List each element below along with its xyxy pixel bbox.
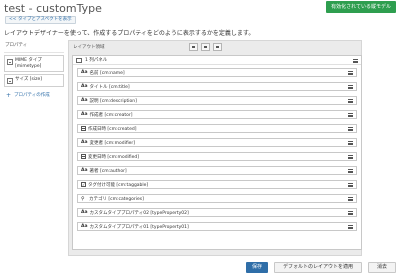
- field-row-categories[interactable]: ⚲ カテゴリ [cm:categories]: [77, 194, 357, 203]
- menu-icon[interactable]: [348, 85, 353, 89]
- properties-panel: プロパティ MIME タイプ [mimetype] サイズ [size] + プ…: [4, 40, 64, 99]
- field-row-creator[interactable]: Aa 作成者 [cm:creator]: [77, 110, 357, 119]
- checkbox-icon: ✓: [81, 182, 86, 187]
- field-label: 変更日時 [cm:modified]: [88, 154, 140, 160]
- field-label: タイトル [cm:title]: [89, 84, 130, 90]
- field-row-author[interactable]: Aa 著者 [cm:author]: [77, 166, 357, 175]
- property-label: MIME タイプ [mimetype]: [15, 58, 42, 69]
- field-label: 説明 [cm:description]: [89, 98, 137, 104]
- property-item-mimetype[interactable]: MIME タイプ [mimetype]: [4, 55, 64, 72]
- menu-icon[interactable]: [348, 99, 353, 103]
- text-type-icon: Aa: [81, 168, 88, 173]
- field-row-modified[interactable]: 変更日時 [cm:modified]: [77, 152, 357, 161]
- text-type-icon: Aa: [81, 210, 88, 215]
- model-status-badge: 有効化されている縦モデル: [326, 1, 396, 13]
- field-label: 名前 [cm:name]: [89, 70, 125, 76]
- text-type-icon: Aa: [81, 70, 88, 75]
- layout-canvas: レイアウト領域 1 列パネル Aa 名前 [cm:name] Aa タイトル […: [68, 40, 362, 256]
- property-item-size[interactable]: サイズ [size]: [4, 74, 64, 87]
- text-type-icon: Aa: [81, 112, 88, 117]
- field-row-typeproperty02[interactable]: Aa カスタムタイププロパティ02 [typeProperty02]: [77, 208, 357, 217]
- calendar-icon: [81, 126, 86, 131]
- field-label: タグ付け可能 [cm:taggable]: [88, 182, 149, 188]
- menu-icon[interactable]: [353, 59, 358, 63]
- field-row-title[interactable]: Aa タイトル [cm:title]: [77, 82, 357, 91]
- three-column-icon: [216, 46, 219, 48]
- save-button[interactable]: 保存: [245, 262, 268, 273]
- apply-default-layout-button[interactable]: デフォルトのレイアウトを適用: [273, 262, 362, 273]
- footer-buttons: 保存 デフォルトのレイアウトを適用 消去: [245, 262, 396, 273]
- field-label: 変更者 [cm:modifier]: [89, 140, 136, 146]
- field-label: カスタムタイププロパティ01 [typeProperty01]: [89, 224, 189, 230]
- layout-heading: レイアウト領域: [73, 45, 105, 50]
- layout-buttons: [189, 43, 222, 51]
- menu-icon[interactable]: [348, 113, 353, 117]
- create-property-link[interactable]: + プロパティの作成: [4, 92, 64, 99]
- category-icon: ⚲: [81, 195, 85, 202]
- field-row-name[interactable]: Aa 名前 [cm:name]: [77, 68, 357, 77]
- field-label: カテゴリ [cm:categories]: [89, 196, 144, 202]
- text-field-icon: [7, 58, 13, 65]
- text-field-icon: [7, 77, 13, 84]
- menu-icon[interactable]: [348, 141, 353, 145]
- menu-icon[interactable]: [348, 169, 353, 173]
- field-label: 作成日時 [cm:created]: [88, 126, 137, 132]
- menu-icon[interactable]: [348, 155, 353, 159]
- menu-icon[interactable]: [348, 71, 353, 75]
- field-row-taggable[interactable]: ✓ タグ付け可能 [cm:taggable]: [77, 180, 357, 189]
- single-column-layout-button[interactable]: [189, 43, 198, 51]
- menu-icon[interactable]: [348, 127, 353, 131]
- text-type-icon: Aa: [81, 84, 88, 89]
- field-row-modifier[interactable]: Aa 変更者 [cm:modifier]: [77, 138, 357, 147]
- show-types-aspects-button[interactable]: << タイプとアスペクトを表示: [5, 16, 76, 24]
- calendar-icon: [81, 154, 86, 159]
- menu-icon[interactable]: [348, 197, 353, 201]
- one-column-panel[interactable]: 1 列パネル Aa 名前 [cm:name] Aa タイトル [cm:title…: [72, 55, 362, 250]
- clear-button[interactable]: 消去: [367, 262, 396, 273]
- plus-icon: +: [6, 91, 12, 99]
- create-property-label: プロパティの作成: [14, 93, 50, 98]
- layout-description: レイアウトデザイナーを使って、作成するプロパティをどのように表示するかを定義しま…: [4, 30, 255, 37]
- two-column-icon: [204, 46, 207, 48]
- single-column-icon: [192, 46, 195, 48]
- properties-heading: プロパティ: [4, 40, 64, 53]
- field-row-created[interactable]: 作成日時 [cm:created]: [77, 124, 357, 133]
- property-label: サイズ [size]: [15, 77, 43, 82]
- menu-icon[interactable]: [348, 183, 353, 187]
- panel-icon: [76, 57, 82, 63]
- page-title: test - customType: [4, 2, 102, 15]
- field-row-typeproperty01[interactable]: Aa カスタムタイププロパティ01 [typeProperty01]: [77, 222, 357, 231]
- field-label: 作成者 [cm:creator]: [89, 112, 133, 118]
- field-label: 著者 [cm:author]: [89, 168, 127, 174]
- text-type-icon: Aa: [81, 140, 88, 145]
- menu-icon[interactable]: [348, 225, 353, 229]
- field-label: カスタムタイププロパティ02 [typeProperty02]: [89, 210, 189, 216]
- text-type-icon: Aa: [81, 98, 88, 103]
- three-column-layout-button[interactable]: [213, 43, 222, 51]
- panel-label: 1 列パネル: [85, 58, 108, 63]
- two-column-layout-button[interactable]: [201, 43, 210, 51]
- menu-icon[interactable]: [348, 211, 353, 215]
- field-row-description[interactable]: Aa 説明 [cm:description]: [77, 96, 357, 105]
- text-type-icon: Aa: [81, 224, 88, 229]
- panel-header: 1 列パネル: [73, 56, 361, 65]
